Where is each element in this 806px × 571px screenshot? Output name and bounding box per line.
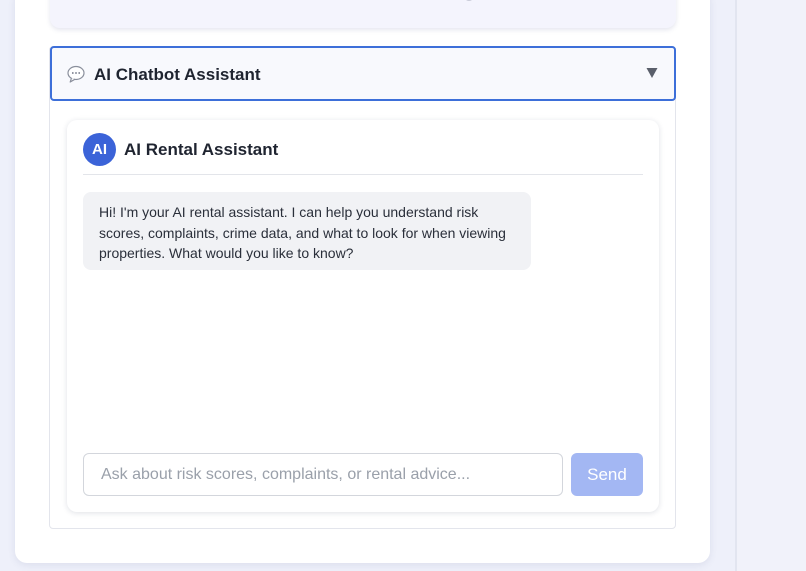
- right-panel: [737, 0, 806, 571]
- chat-panel: AI AI Rental Assistant Hi! I'm your AI r…: [67, 120, 659, 512]
- chat-header-divider: [83, 174, 643, 175]
- triangle-down-icon[interactable]: [646, 66, 658, 80]
- previous-section-card: [50, 0, 676, 28]
- assistant-message: Hi! I'm your AI rental assistant. I can …: [83, 192, 531, 270]
- previous-section-partial-glyph: [464, 0, 474, 1]
- chat-input[interactable]: [83, 453, 563, 496]
- send-button[interactable]: Send: [571, 453, 643, 496]
- assistant-avatar: AI: [83, 133, 116, 166]
- chatbot-accordion-header[interactable]: AI Chatbot Assistant: [50, 46, 676, 101]
- speech-bubble-icon: [67, 65, 85, 83]
- chat-title: AI Rental Assistant: [124, 140, 279, 159]
- accordion-title: AI Chatbot Assistant: [94, 65, 261, 84]
